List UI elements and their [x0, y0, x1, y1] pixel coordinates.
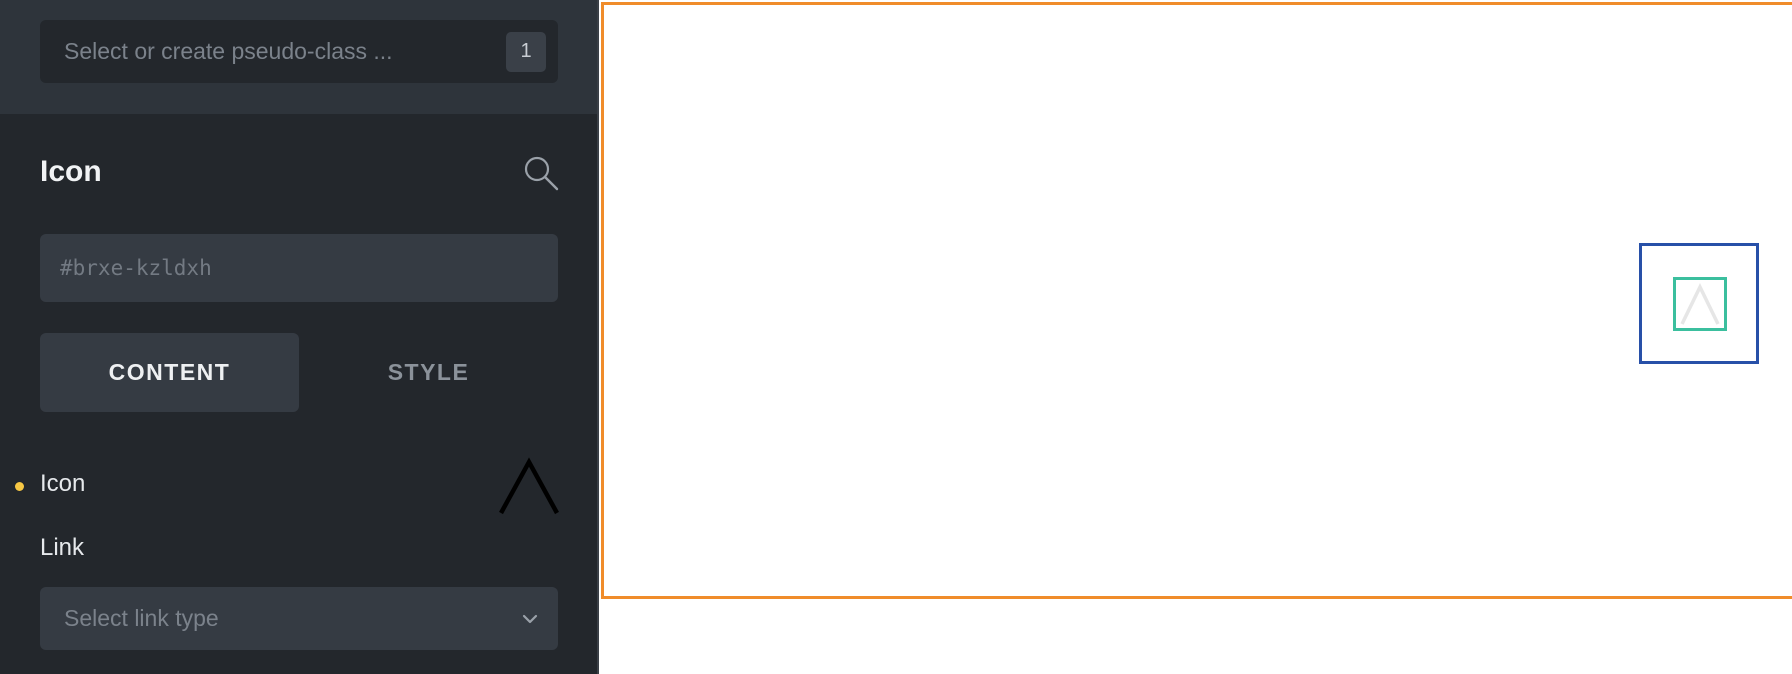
canvas-preview[interactable] — [599, 0, 1792, 674]
tab-style[interactable]: STYLE — [299, 333, 558, 412]
panel-title: Icon — [40, 155, 102, 188]
caret-up-icon — [499, 457, 559, 515]
search-icon — [524, 156, 559, 191]
search-button[interactable] — [522, 154, 560, 192]
builder-sidebar: Select or create pseudo-class ... 1 Icon… — [0, 0, 599, 674]
modified-indicator-dot — [15, 482, 24, 491]
pseudo-class-bar: Select or create pseudo-class ... 1 — [0, 0, 597, 114]
selected-icon-element[interactable] — [1639, 243, 1759, 364]
link-field-label: Link — [40, 534, 85, 561]
element-id-input[interactable] — [40, 234, 558, 302]
pseudo-class-selector[interactable]: Select or create pseudo-class ... 1 — [40, 20, 558, 83]
pseudo-class-placeholder: Select or create pseudo-class ... — [64, 38, 393, 64]
pseudo-class-count-badge[interactable]: 1 — [506, 31, 546, 72]
icon-element-hover-outline[interactable] — [1673, 277, 1727, 331]
icon-field-label: Icon — [40, 470, 86, 497]
section-outline[interactable] — [601, 2, 1792, 599]
link-type-select[interactable]: Select link type — [40, 587, 558, 650]
caret-up-icon — [1680, 282, 1720, 325]
icon-picker[interactable] — [498, 456, 560, 516]
link-type-placeholder: Select link type — [64, 605, 219, 631]
tab-content[interactable]: CONTENT — [40, 333, 299, 412]
chevron-down-icon — [522, 614, 538, 623]
